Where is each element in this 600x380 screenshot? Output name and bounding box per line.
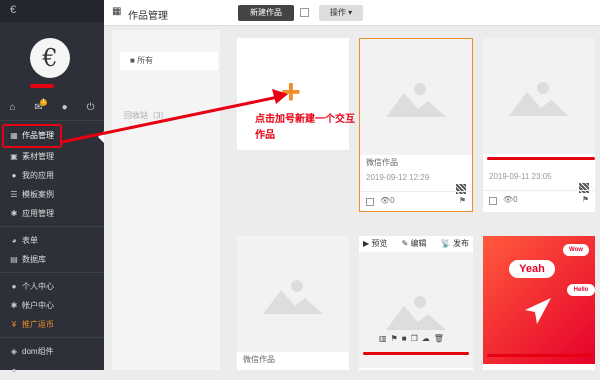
card-date: 2019-09-12 12:29	[366, 173, 430, 182]
redacted-title	[487, 157, 595, 160]
flag-icon[interactable]: ⚑	[459, 196, 466, 205]
wow-bubble: Wow	[563, 244, 589, 256]
image-placeholder-icon	[263, 280, 323, 314]
stats-icon[interactable]: ▥	[379, 334, 391, 343]
card-checkbox[interactable]	[366, 198, 374, 206]
redacted-title	[487, 354, 593, 357]
folder-icon[interactable]: ■	[402, 334, 411, 343]
trash-icon[interactable]: 🗑	[434, 334, 448, 343]
work-card-hover[interactable]: ▶ 预览 ✎ 编辑 📡 发布 ▥⚑■❐☁🗑	[359, 236, 473, 370]
image-placeholder-icon	[386, 296, 446, 330]
preview-button[interactable]: ▶ 预览	[363, 239, 393, 248]
views-count: 👁0	[503, 195, 518, 204]
promo-thumbnail: Yeah Wow Hello	[483, 236, 595, 364]
card-date: 2019-09-11 23:05	[489, 172, 552, 181]
redacted-title	[363, 352, 469, 355]
work-card[interactable]: 微信作品	[237, 236, 349, 370]
copy-icon[interactable]: ❐	[411, 334, 422, 343]
edit-button[interactable]: ✎ 编辑	[402, 239, 433, 248]
card-action-toolbar: ▶ 预览 ✎ 编辑 📡 发布	[359, 236, 473, 252]
yeah-bubble: Yeah	[509, 260, 555, 278]
cloud-icon[interactable]: ☁	[422, 334, 434, 343]
image-placeholder-icon	[386, 83, 446, 117]
work-card[interactable]: 微信作品 2019-09-12 12:29 👁0 ⚑	[359, 38, 473, 212]
hello-bubble: Hello	[567, 284, 595, 296]
card-footer: 👁0 ⚑	[483, 190, 595, 212]
views-count: 👁0	[380, 196, 395, 205]
flag-icon[interactable]: ⚑	[391, 334, 402, 343]
image-placeholder-icon	[509, 82, 569, 116]
thumbnail-placeholder	[483, 38, 595, 154]
eye-icon: 👁	[380, 196, 391, 205]
thumbnail-placeholder	[237, 236, 349, 352]
card-checkbox[interactable]	[489, 197, 497, 205]
card-footer: 👁0 ⚑	[360, 191, 472, 213]
flag-icon[interactable]: ⚑	[582, 195, 589, 204]
paper-plane-icon	[525, 298, 551, 324]
work-card[interactable]: 2019-09-11 23:05 👁0 ⚑	[483, 38, 595, 212]
thumbnail-placeholder	[359, 252, 473, 368]
card-title: 微信作品	[243, 355, 275, 364]
thumbnail-placeholder	[360, 39, 472, 155]
card-title: 微信作品	[366, 158, 398, 167]
eye-icon: 👁	[503, 195, 514, 204]
work-card-promo[interactable]: Yeah Wow Hello	[483, 236, 595, 370]
publish-button[interactable]: 📡 发布	[441, 239, 475, 248]
card-mini-actions: ▥⚑■❐☁🗑	[379, 334, 448, 343]
